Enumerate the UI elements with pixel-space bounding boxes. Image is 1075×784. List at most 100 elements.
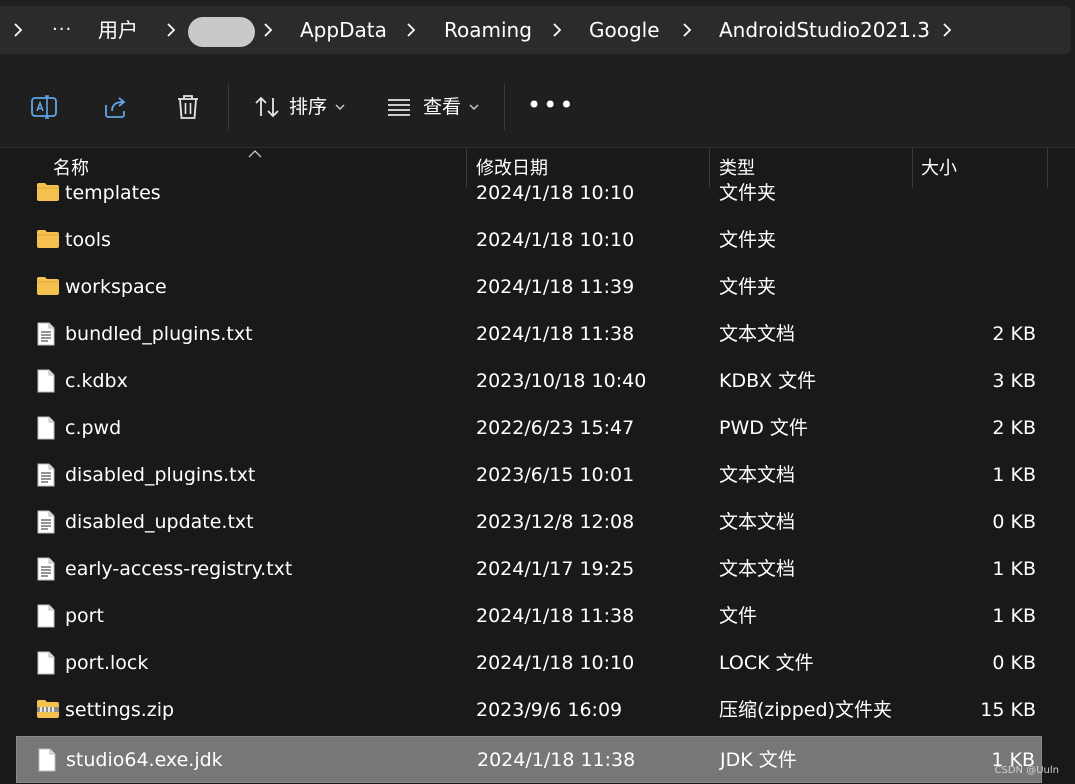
file-name: disabled_plugins.txt [65,464,256,486]
chevron-down-icon[interactable] [469,104,479,111]
file-type: LOCK 文件 [719,652,814,674]
chevron-down-icon[interactable] [335,104,345,111]
file-type: 文本文档 [719,464,796,486]
file-name: port [65,605,104,627]
toolbar-separator [504,84,505,130]
file-date: 2023/12/8 12:08 [476,511,635,533]
file-row[interactable]: templates 2024/1/18 10:10 文件夹 [16,170,1042,217]
file-name: studio64.exe.jdk [66,749,223,771]
file-row[interactable]: disabled_plugins.txt 2023/6/15 10:01 文本文… [16,452,1042,499]
file-date: 2023/6/15 10:01 [476,464,635,486]
rename-button[interactable] [27,90,61,124]
file-name: bundled_plugins.txt [65,323,253,345]
text-file-icon [36,510,58,534]
text-file-icon [36,463,58,487]
file-name: tools [65,229,111,251]
share-button[interactable] [99,90,133,124]
breadcrumb-item-androidstudio[interactable]: AndroidStudio2021.3 [719,6,930,54]
sort-label[interactable]: 排序 [289,92,327,122]
file-type: 文件夹 [719,182,777,204]
file-date: 2024/1/18 11:38 [476,605,635,627]
breadcrumb-item-google[interactable]: Google [589,6,660,54]
file-date: 2024/1/18 10:10 [476,652,635,674]
breadcrumb-item-appdata[interactable]: AppData [300,6,387,54]
file-date: 2024/1/18 10:10 [476,229,635,251]
file-date: 2023/9/6 16:09 [476,699,623,721]
view-label[interactable]: 查看 [423,92,461,122]
rename-icon [31,95,57,119]
file-type: 文本文档 [719,558,796,580]
file-date: 2022/6/23 15:47 [476,417,635,439]
file-row[interactable]: tools 2024/1/18 10:10 文件夹 [16,217,1042,264]
file-size: 1 KB [992,464,1036,486]
view-button[interactable] [382,90,416,124]
file-size: 0 KB [992,511,1036,533]
sort-button[interactable] [250,90,284,124]
text-file-icon [36,322,58,346]
redacted-username[interactable] [188,17,255,47]
file-size: 2 KB [992,417,1036,439]
file-icon [36,369,58,393]
file-size: 0 KB [992,652,1036,674]
file-row[interactable]: port 2024/1/18 11:38 文件 1 KB [16,593,1042,640]
more-options-button[interactable]: ••• [527,92,575,118]
folder-icon [36,228,59,252]
trash-icon [178,95,198,119]
file-type: 压缩(zipped)文件夹 [719,699,892,721]
file-icon [36,604,58,628]
file-type: 文件 [719,605,758,627]
file-name: early-access-registry.txt [65,558,293,580]
file-row[interactable]: port.lock 2024/1/18 10:10 LOCK 文件 0 KB [16,640,1042,687]
breadcrumb-overflow-button[interactable]: ··· [52,6,72,54]
folder-icon [36,181,59,205]
file-row[interactable]: early-access-registry.txt 2024/1/17 19:2… [16,546,1042,593]
chevron-right-icon[interactable] [682,6,692,54]
file-row-selected[interactable]: studio64.exe.jdk 2024/1/18 11:38 JDK 文件 … [16,736,1042,783]
zip-folder-icon [36,698,59,722]
file-name: c.kdbx [65,370,128,392]
breadcrumb-item-users[interactable]: 用户 [98,6,138,54]
breadcrumb[interactable]: ··· 用户 AppData Roaming Google AndroidStu… [0,6,1071,54]
folder-icon [36,275,59,299]
share-icon [105,97,126,118]
file-name: settings.zip [65,699,175,721]
file-row[interactable]: disabled_update.txt 2023/12/8 12:08 文本文档… [16,499,1042,546]
delete-button[interactable] [171,90,205,124]
file-row[interactable]: settings.zip 2023/9/6 16:09 压缩(zipped)文件… [16,687,1042,734]
file-type: 文本文档 [719,323,796,345]
chevron-right-icon[interactable] [13,6,23,54]
chevron-right-icon[interactable] [166,6,176,54]
file-name: disabled_update.txt [65,511,254,533]
file-type: 文本文档 [719,511,796,533]
file-list: templates 2024/1/18 10:10 文件夹 tools 2024… [0,170,1075,784]
breadcrumb-item-roaming[interactable]: Roaming [444,6,532,54]
file-name: templates [65,182,161,204]
chevron-right-icon[interactable] [942,6,952,54]
file-row[interactable]: c.pwd 2022/6/23 15:47 PWD 文件 2 KB [16,405,1042,452]
file-date: 2023/10/18 10:40 [476,370,647,392]
list-view-icon [388,99,410,116]
address-bar: ··· 用户 AppData Roaming Google AndroidStu… [0,0,1075,64]
file-size: 1 KB [991,749,1035,771]
file-type: 文件夹 [719,229,777,251]
chevron-right-icon[interactable] [406,6,416,54]
file-row[interactable]: workspace 2024/1/18 11:39 文件夹 [16,264,1042,311]
file-size: 1 KB [992,558,1036,580]
toolbar-separator [228,84,229,130]
file-date: 2024/1/18 11:39 [476,276,635,298]
file-type: 文件夹 [719,276,777,298]
chevron-right-icon[interactable] [552,6,562,54]
file-date: 2024/1/18 11:38 [477,749,636,771]
file-size: 1 KB [992,605,1036,627]
sort-icon [255,96,279,118]
file-icon [36,416,58,440]
file-type: JDK 文件 [720,749,797,771]
file-date: 2024/1/18 11:38 [476,323,635,345]
file-row[interactable]: bundled_plugins.txt 2024/1/18 11:38 文本文档… [16,311,1042,358]
file-row[interactable]: c.kdbx 2023/10/18 10:40 KDBX 文件 3 KB [16,358,1042,405]
file-size: 15 KB [980,699,1036,721]
sort-ascending-icon[interactable] [248,150,262,158]
chevron-right-icon[interactable] [263,6,273,54]
file-name: c.pwd [65,417,122,439]
watermark: CSDN @Uuln [994,765,1059,776]
